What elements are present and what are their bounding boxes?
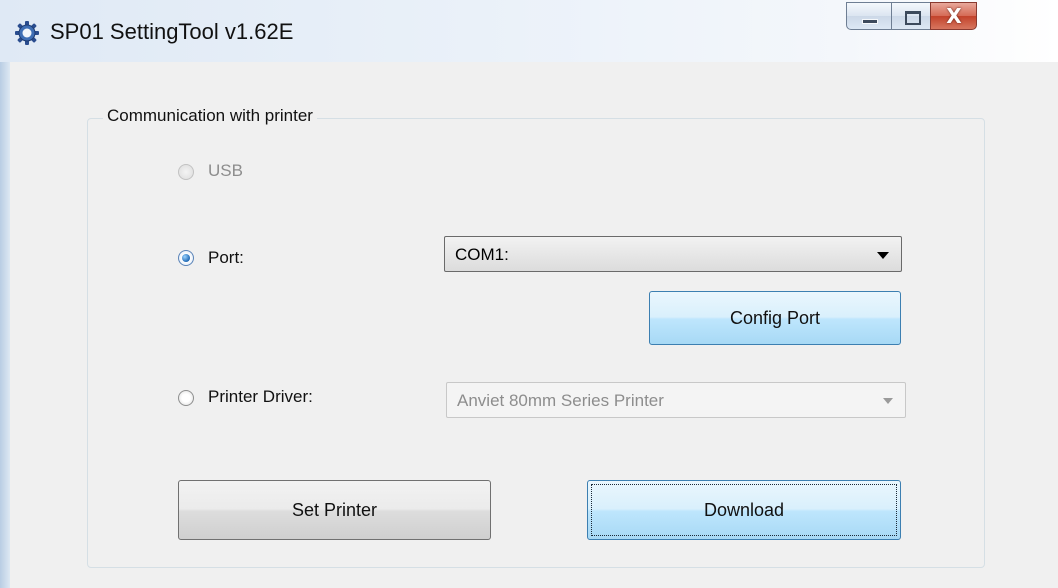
settingtool-window: SP01 SettingTool v1.62E X Communication …: [0, 0, 1058, 588]
radio-selected-dot: [182, 254, 190, 262]
close-button[interactable]: X: [930, 2, 977, 30]
chevron-down-icon: [877, 252, 889, 259]
client-area: Communication with printer USB Port: COM…: [10, 62, 1058, 588]
caption-buttons: X: [846, 2, 977, 32]
printer-driver-select[interactable]: Anviet 80mm Series Printer: [446, 382, 906, 418]
set-printer-label: Set Printer: [291, 500, 378, 520]
close-icon: X: [946, 4, 962, 28]
printer-driver-select-value: Anviet 80mm Series Printer: [457, 391, 664, 410]
usb-radio[interactable]: [178, 164, 194, 180]
download-label: Download: [703, 500, 785, 520]
port-label: Port:: [208, 248, 244, 267]
group-title: Communication with printer: [103, 106, 317, 126]
config-port-button[interactable]: Config Port: [649, 291, 901, 345]
port-select[interactable]: COM1:: [444, 236, 902, 272]
window-frame-left: [0, 62, 10, 588]
usb-label: USB: [208, 161, 243, 180]
minimize-button[interactable]: [846, 2, 892, 30]
config-port-label: Config Port: [729, 308, 821, 328]
chevron-down-icon: [883, 398, 893, 404]
port-select-value: COM1:: [455, 245, 509, 264]
printer-driver-label: Printer Driver:: [208, 387, 313, 406]
minimize-icon: [862, 19, 878, 24]
maximize-icon: [905, 11, 921, 25]
printer-driver-radio[interactable]: [178, 390, 194, 406]
download-button[interactable]: Download: [587, 480, 901, 540]
gear-icon: [14, 20, 40, 46]
window-title: SP01 SettingTool v1.62E: [50, 19, 294, 44]
title-bar[interactable]: SP01 SettingTool v1.62E X: [0, 0, 1058, 62]
set-printer-button[interactable]: Set Printer: [178, 480, 491, 540]
port-radio[interactable]: [178, 250, 194, 266]
maximize-button[interactable]: [891, 2, 931, 30]
